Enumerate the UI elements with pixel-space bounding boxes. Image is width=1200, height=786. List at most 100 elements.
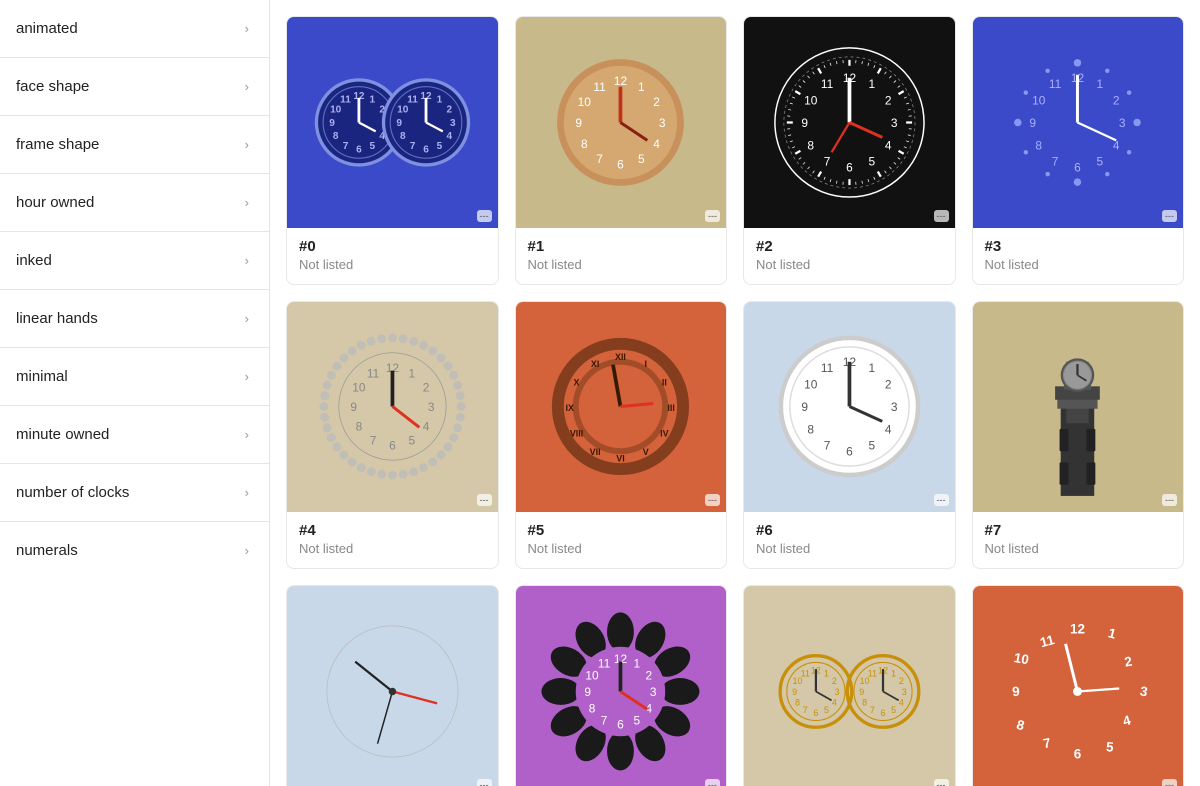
sidebar-item-face-shape[interactable]: face shape ›: [0, 58, 269, 116]
svg-text:12: 12: [614, 74, 628, 88]
card-1[interactable]: 121234567891011 ---#1Not listed: [515, 16, 728, 285]
sidebar-item-linear-hands[interactable]: linear hands ›: [0, 290, 269, 348]
svg-text:1: 1: [638, 80, 645, 94]
card-status-0: Not listed: [299, 257, 486, 272]
svg-text:6: 6: [617, 157, 624, 171]
svg-text:11: 11: [1049, 77, 1062, 91]
svg-text:12: 12: [1070, 621, 1085, 636]
svg-text:2: 2: [1113, 93, 1120, 107]
card-9[interactable]: 121234567891011 ---#9Not listed: [515, 585, 728, 786]
sidebar-label-animated: animated: [16, 20, 78, 37]
card-badge-6: ---: [934, 494, 949, 506]
svg-text:11: 11: [821, 77, 834, 91]
svg-text:3: 3: [650, 685, 657, 699]
svg-text:5: 5: [824, 705, 829, 715]
sidebar-item-minimal[interactable]: minimal ›: [0, 348, 269, 406]
svg-text:11: 11: [340, 94, 351, 105]
svg-text:11: 11: [800, 668, 809, 678]
svg-text:11: 11: [1039, 632, 1057, 650]
chevron-icon-hour-owned: ›: [245, 195, 249, 210]
card-2[interactable]: 121234567891011 ---#2Not listed: [743, 16, 956, 285]
svg-text:8: 8: [1015, 717, 1027, 734]
sidebar-label-inked: inked: [16, 252, 52, 269]
svg-text:3: 3: [1119, 116, 1126, 130]
svg-text:10: 10: [578, 95, 592, 109]
svg-text:4: 4: [446, 131, 452, 142]
sidebar-item-inked[interactable]: inked ›: [0, 232, 269, 290]
svg-text:6: 6: [617, 718, 624, 732]
chevron-icon-linear-hands: ›: [245, 311, 249, 326]
sidebar-label-face-shape: face shape: [16, 78, 89, 95]
card-status-5: Not listed: [528, 541, 715, 556]
sidebar-item-frame-shape[interactable]: frame shape ›: [0, 116, 269, 174]
svg-text:6: 6: [389, 439, 396, 453]
card-info-0: #0 Not listed: [287, 228, 498, 284]
card-5[interactable]: XIIIIIIIIIVVVIVIIVIIIIXXXI ---#5Not list…: [515, 301, 728, 570]
svg-text:7: 7: [870, 705, 875, 715]
svg-text:10: 10: [352, 381, 366, 395]
svg-text:2: 2: [899, 676, 904, 686]
svg-text:2: 2: [423, 381, 430, 395]
card-badge-8: ---: [477, 779, 492, 786]
svg-text:7: 7: [342, 141, 348, 152]
card-number-3: #3: [985, 238, 1172, 255]
svg-text:1: 1: [369, 94, 375, 105]
svg-text:1: 1: [868, 361, 875, 375]
card-info-1: #1Not listed: [516, 228, 727, 284]
svg-text:3: 3: [659, 116, 666, 130]
card-10[interactable]: 121234567891011 121234567891011 ---#10No…: [743, 585, 956, 786]
svg-text:9: 9: [576, 116, 583, 130]
svg-text:8: 8: [807, 423, 814, 437]
svg-text:10: 10: [804, 93, 818, 107]
svg-text:4: 4: [654, 137, 661, 151]
card-6[interactable]: 121234567891011 ---#6Not listed: [743, 301, 956, 570]
sidebar-item-animated[interactable]: animated ›: [0, 0, 269, 58]
card-badge-11: ---: [1162, 779, 1177, 786]
svg-text:5: 5: [436, 141, 442, 152]
card-status-3: Not listed: [985, 257, 1172, 272]
sidebar-item-numerals[interactable]: numerals ›: [0, 522, 269, 579]
svg-text:9: 9: [329, 118, 335, 129]
card-number-7: #7: [985, 522, 1172, 539]
card-image-8: ---: [287, 586, 498, 786]
svg-text:11: 11: [598, 656, 611, 670]
sidebar-item-hour-owned[interactable]: hour owned ›: [0, 174, 269, 232]
svg-text:11: 11: [821, 361, 834, 375]
card-0[interactable]: 121234567891011 121234567891011 ---#0Not…: [286, 16, 499, 285]
svg-text:5: 5: [634, 713, 641, 727]
card-info-6: #6Not listed: [744, 512, 955, 568]
card-7[interactable]: ---#7Not listed: [972, 301, 1185, 570]
svg-text:9: 9: [350, 400, 357, 414]
svg-text:8: 8: [1036, 138, 1043, 152]
card-4[interactable]: 121234567891011 ---#4Not listed: [286, 301, 499, 570]
svg-text:1: 1: [634, 656, 641, 670]
card-8[interactable]: ---#8Not listed: [286, 585, 499, 786]
svg-text:7: 7: [410, 141, 416, 152]
svg-text:2: 2: [654, 95, 661, 109]
chevron-icon-minimal: ›: [245, 369, 249, 384]
sidebar-item-number-of-clocks[interactable]: number of clocks ›: [0, 464, 269, 522]
svg-text:9: 9: [1030, 116, 1037, 130]
card-number-0: #0: [299, 238, 486, 255]
svg-text:VI: VI: [617, 454, 625, 464]
card-3[interactable]: 121234567891011 ---#3Not listed: [972, 16, 1185, 285]
sidebar-label-minimal: minimal: [16, 368, 68, 385]
filter-sidebar: animated › face shape › frame shape › ho…: [0, 0, 270, 786]
svg-text:XI: XI: [591, 359, 599, 369]
card-info-2: #2Not listed: [744, 228, 955, 284]
sidebar-item-minute-owned[interactable]: minute owned ›: [0, 406, 269, 464]
card-11[interactable]: 121234567891011 ---#11Not listed: [972, 585, 1185, 786]
card-image-9: 121234567891011 ---: [516, 586, 727, 786]
nft-grid: 121234567891011 121234567891011 ---#0Not…: [286, 16, 1184, 786]
card-number-4: #4: [299, 522, 486, 539]
svg-text:4: 4: [885, 138, 892, 152]
chevron-icon-face-shape: ›: [245, 79, 249, 94]
svg-text:2: 2: [885, 378, 892, 392]
card-badge-3: ---: [1162, 210, 1177, 222]
svg-text:5: 5: [891, 705, 896, 715]
svg-text:VII: VII: [590, 447, 601, 457]
svg-text:XII: XII: [615, 353, 626, 363]
card-status-6: Not listed: [756, 541, 943, 556]
svg-text:3: 3: [428, 400, 435, 414]
svg-text:9: 9: [396, 118, 402, 129]
